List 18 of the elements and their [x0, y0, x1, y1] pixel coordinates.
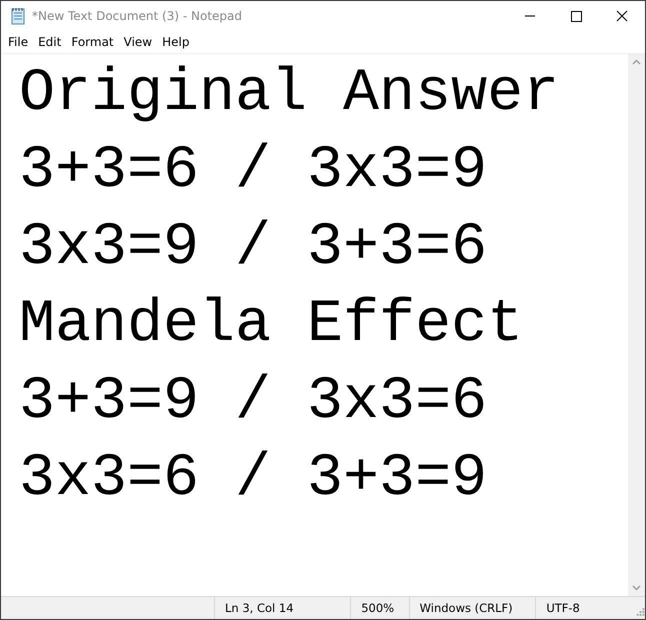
menu-item[interactable]: Edit — [33, 35, 66, 49]
status-text: 500% — [350, 597, 409, 619]
menu-item[interactable]: File — [3, 35, 34, 49]
status-text: UTF-8 — [535, 597, 632, 619]
text-line: Original Answer — [19, 59, 560, 130]
menu-item[interactable]: Help — [157, 35, 194, 49]
menu-item[interactable]: View — [118, 35, 158, 49]
text-line: Mandela Effect — [19, 290, 524, 361]
menu-item[interactable]: Format — [66, 35, 119, 49]
scrollbar[interactable] — [628, 54, 645, 596]
status-text: Windows (CRLF) — [408, 597, 536, 619]
text-line: 3+3=9 / 3x3=6 — [19, 367, 488, 438]
window-title: *New Text Document (3) - Notepad — [32, 9, 244, 23]
text-line: 3x3=6 / 3+3=9 — [19, 444, 488, 515]
text-line: 3x3=9 / 3+3=6 — [19, 213, 488, 284]
text-line: 3+3=6 / 3x3=9 — [19, 136, 488, 207]
status-text: Ln 3, Col 14 — [214, 597, 350, 619]
notepad-icon — [10, 7, 26, 25]
